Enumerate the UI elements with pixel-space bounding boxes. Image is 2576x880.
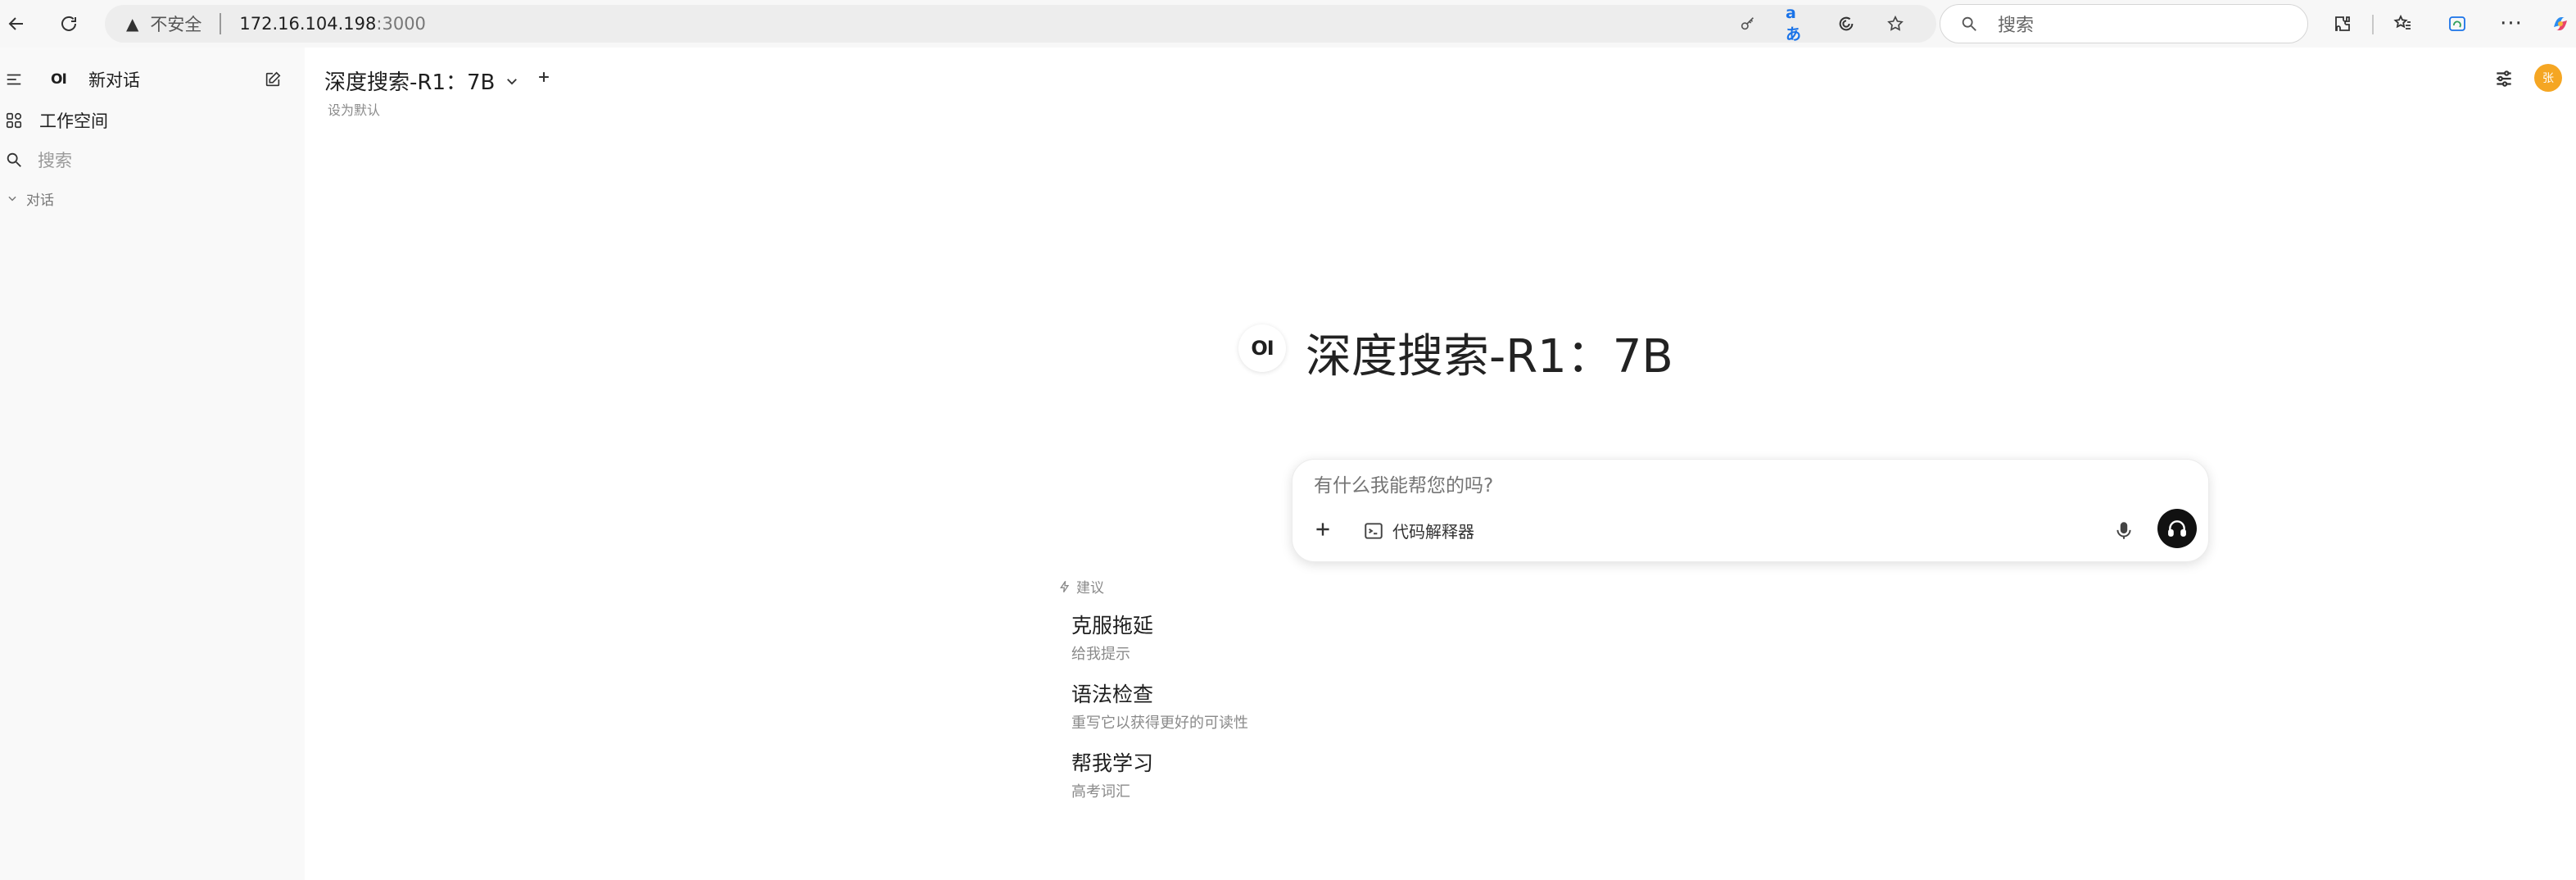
edge-collections-icon [2449,16,2465,31]
puzzle-icon [2335,16,2350,31]
suggestions-heading-label: 建议 [1076,580,1104,596]
suggestion-item[interactable]: 帮我学习 高考词汇 [1071,747,1153,801]
browser-search-box[interactable]: 搜索 [1940,4,2308,43]
sidebar-toggle-button[interactable] [5,67,23,92]
collections-button[interactable] [2441,7,2474,40]
reload-icon [61,16,76,31]
microphone-icon [2116,522,2131,539]
toolbar-divider [2372,15,2374,34]
model-name: 深度搜索-R1：7B [324,70,496,95]
main-panel: 深度搜索-R1：7B 设为默认 张 OI 深度搜索-R1：7B 代码解释器 建议 [305,48,2576,880]
edit-icon [265,71,281,87]
chat-composer: 代码解释器 [1292,459,2209,562]
favorites-list-icon [2393,14,2411,29]
set-default-link[interactable]: 设为默认 [328,99,380,119]
chevron-down-icon [8,196,16,202]
sidebar-search-placeholder: 搜索 [38,151,72,170]
copilot-button[interactable] [2544,7,2576,40]
workspace-item[interactable]: 工作空间 [5,108,108,133]
suggestions-heading: 建议 [1058,576,1104,596]
suggestion-subtitle: 高考词汇 [1071,783,1130,801]
user-avatar[interactable]: 张 [2534,64,2562,92]
edge-refresh-icon[interactable] [1835,12,1858,35]
menu-icon [7,74,21,85]
translate-icon[interactable]: aあ [1786,4,1809,43]
code-interpreter-toggle[interactable]: 代码解释器 [1363,519,1474,542]
headphones-icon [2168,520,2186,537]
voice-mode-button[interactable] [2157,509,2197,548]
browser-toolbar: ▲ 不安全 172.16.104.198:3000 aあ 搜索 ··· [0,0,2576,48]
reload-button[interactable] [52,7,85,40]
lightning-icon [1060,580,1070,592]
plus-icon [539,72,549,82]
suggestion-title: 克服拖延 [1071,614,1154,637]
plus-icon [1316,523,1329,536]
suggestion-subtitle: 给我提示 [1071,646,1130,663]
new-chat-button[interactable] [264,67,282,92]
url-host: 172.16.104.198 [239,14,377,34]
address-separator [220,13,222,34]
conversations-section-toggle[interactable]: 对话 [7,188,54,209]
conversations-section-label: 对话 [26,192,54,209]
suggestion-item[interactable]: 克服拖延 给我提示 [1071,610,1153,664]
model-selector[interactable]: 深度搜索-R1：7B [324,66,519,96]
favorite-star-icon[interactable] [1884,12,1907,35]
code-interpreter-label: 代码解释器 [1392,522,1474,542]
back-button[interactable] [0,7,33,40]
chevron-down-icon [507,78,518,84]
hero-title: 深度搜索-R1：7B [1306,330,1673,383]
back-arrow-icon [8,17,23,30]
attach-button[interactable] [1312,519,1333,543]
sliders-icon [2497,70,2511,87]
sidebar-search[interactable]: 搜索 [5,147,72,172]
voice-input-button[interactable] [2113,520,2135,545]
copilot-icon [2554,17,2567,30]
hero-logo: OI [1238,324,1286,372]
suggestion-subtitle: 重写它以获得更好的可读性 [1071,714,1248,732]
key-icon[interactable] [1736,12,1759,35]
chat-input[interactable] [1314,471,2133,501]
sidebar-logo: OI [51,71,67,88]
url-port: :3000 [376,14,426,34]
search-icon [7,152,21,167]
warning-icon: ▲ [126,14,139,34]
suggestion-item[interactable]: 语法检查 重写它以获得更好的可读性 [1071,678,1248,733]
browser-search-placeholder: 搜索 [1998,16,2035,36]
new-chat-link[interactable]: 新对话 [88,67,140,92]
suggestion-title: 帮我学习 [1071,751,1154,775]
sidebar: OI 新对话 工作空间 搜索 对话 [0,48,305,880]
add-model-button[interactable] [536,64,552,91]
controls-button[interactable] [2493,68,2515,93]
extensions-button[interactable] [2326,7,2359,40]
security-label: 不安全 [150,15,202,34]
workspace-label: 工作空间 [39,111,108,131]
search-icon [1962,16,1976,31]
workspace-grid-icon [6,112,22,129]
favorites-button[interactable] [2387,7,2420,40]
address-bar[interactable]: ▲ 不安全 172.16.104.198:3000 aあ [105,4,1936,43]
terminal-icon [1365,522,1383,539]
more-menu-icon[interactable]: ··· [2495,7,2528,40]
suggestion-title: 语法检查 [1071,683,1154,706]
